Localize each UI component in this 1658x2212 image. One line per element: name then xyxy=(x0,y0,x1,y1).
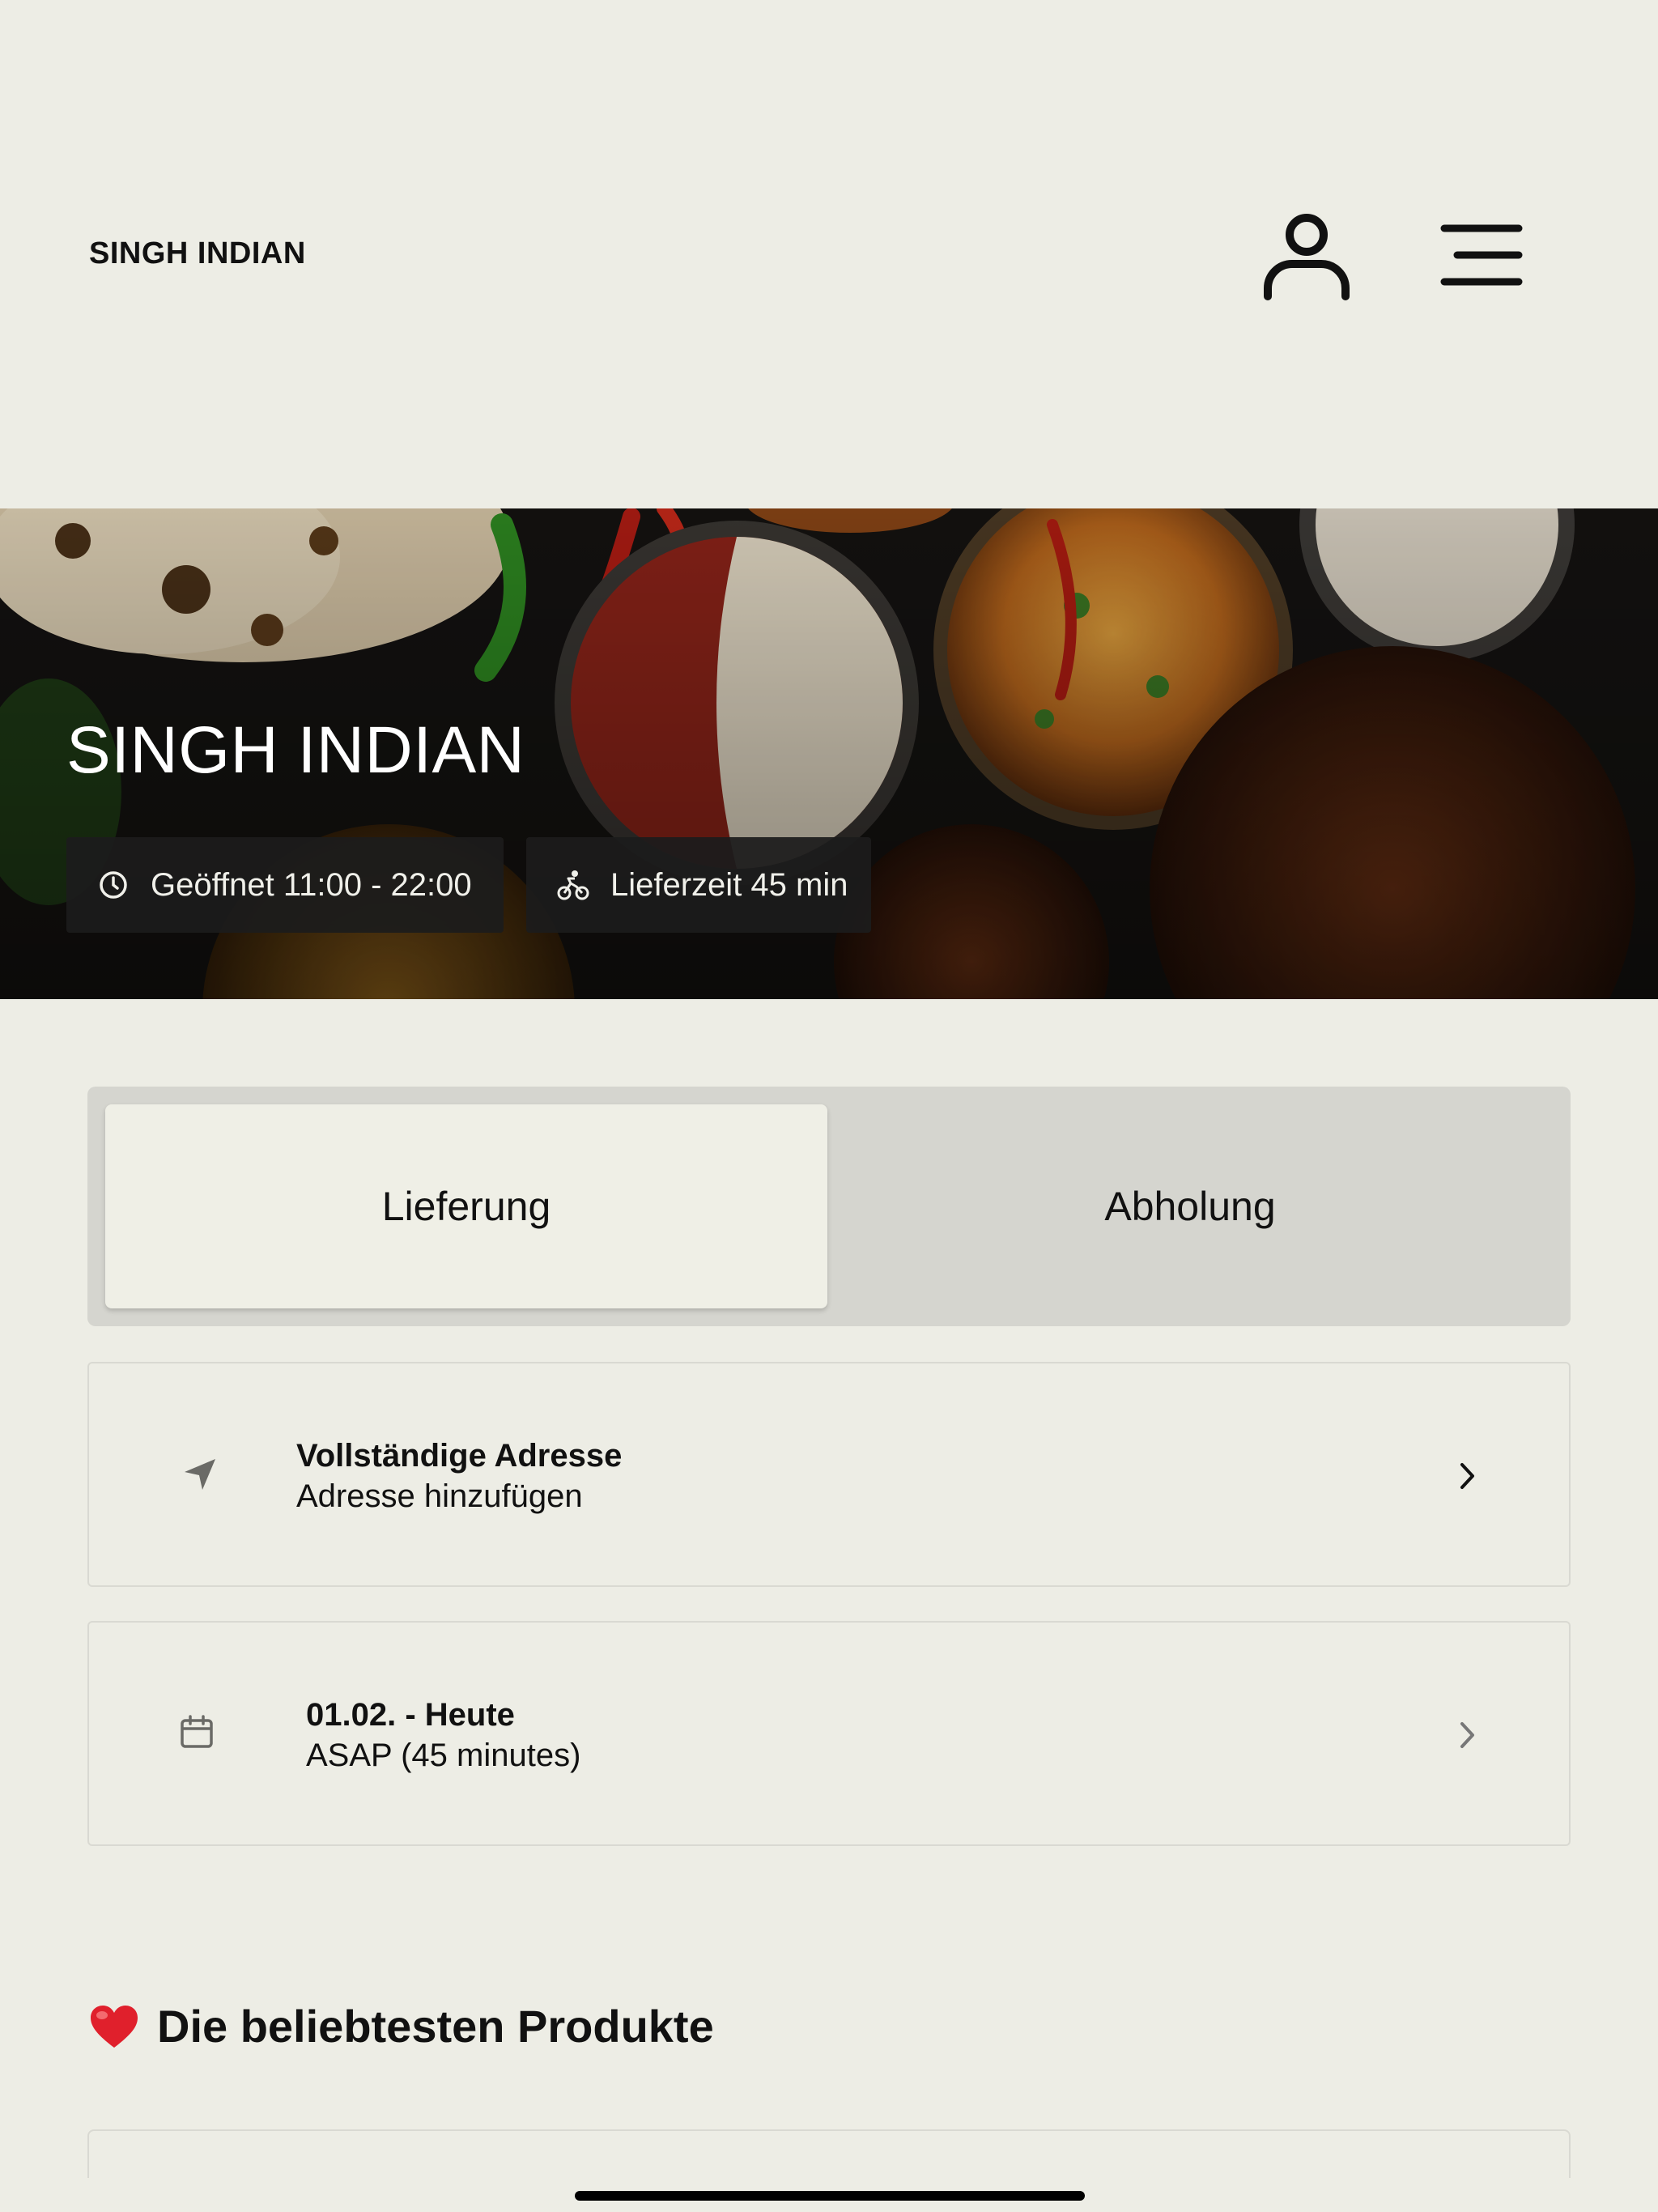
location-arrow-icon xyxy=(185,1459,215,1490)
order-mode-switch: Lieferung Abholung xyxy=(87,1087,1571,1326)
heart-icon xyxy=(91,2005,138,2048)
opening-hours-badge: Geöffnet 11:00 - 22:00 xyxy=(66,837,504,933)
clock-icon xyxy=(100,871,127,899)
home-indicator[interactable] xyxy=(575,2191,1085,2201)
address-subtitle: Adresse hinzufügen xyxy=(296,1478,583,1514)
chevron-right-icon xyxy=(1460,1463,1474,1489)
chevron-right-icon xyxy=(1460,1722,1474,1748)
delivery-time-card[interactable]: 01.02. - Heute ASAP (45 minutes) xyxy=(87,1621,1571,1846)
opening-hours-text: Geöffnet 11:00 - 22:00 xyxy=(151,866,472,903)
delivery-date-subtitle: ASAP (45 minutes) xyxy=(306,1738,581,1773)
user-icon[interactable] xyxy=(1260,207,1354,301)
restaurant-page: SINGH INDIAN SINGH INDIAN Geöffnet 11:00… xyxy=(0,0,1658,2212)
hero-title: SINGH INDIAN xyxy=(66,713,525,787)
calendar-icon xyxy=(181,1715,213,1748)
delivery-date-title: 01.02. - Heute xyxy=(306,1697,515,1733)
tab-pickup[interactable]: Abholung xyxy=(829,1104,1551,1308)
delivery-time-text: Lieferzeit 45 min xyxy=(610,866,848,903)
hamburger-menu-icon[interactable] xyxy=(1433,219,1530,291)
address-title: Vollständige Adresse xyxy=(296,1438,623,1474)
popular-products-heading: Die beliebtesten Produkte xyxy=(89,2000,714,2052)
delivery-time-badge: Lieferzeit 45 min xyxy=(526,837,871,933)
tab-delivery[interactable]: Lieferung xyxy=(105,1104,827,1308)
top-bar: SINGH INDIAN xyxy=(0,0,1658,508)
brand-name[interactable]: SINGH INDIAN xyxy=(89,236,306,271)
address-card[interactable]: Vollständige Adresse Adresse hinzufügen xyxy=(87,1362,1571,1587)
bike-icon xyxy=(557,870,589,900)
popular-products-title: Die beliebtesten Produkte xyxy=(157,2001,714,2052)
